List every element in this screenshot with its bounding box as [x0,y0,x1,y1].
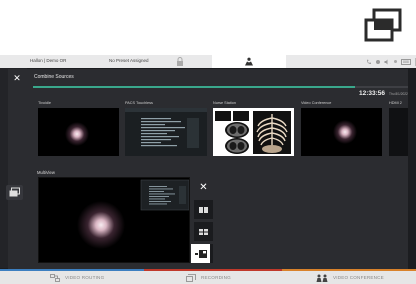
multiview-label: MultiView [37,170,55,175]
panel-title: Combine Sources [34,74,74,80]
clock: 12:33:56 [359,90,386,97]
nav-label: VIDEO ROUTING [65,275,105,280]
multiview-app-icon[interactable] [362,8,402,44]
status-bar: Hallon | Demo OR No Preset Assigned 888 [0,55,416,68]
multiview-preview[interactable] [38,177,190,263]
layout-option-picture-in-picture[interactable] [191,244,210,263]
source-label: HDMI 2 [389,101,402,105]
layout-option-quad[interactable] [194,222,213,241]
overlapping-windows-icon [364,8,402,42]
date: Thu 8/1/2022 [389,92,408,96]
nav-label: VIDEO CONFERENCE [333,275,384,280]
nav-label: RECORDING [201,275,231,280]
dot-icon [376,59,380,64]
layout-quad-icon [199,228,208,235]
source-thumbnail-hdmi-2[interactable] [389,108,408,156]
layout-split-icon [199,206,208,213]
nav-video-conference[interactable]: VIDEO CONFERENCE [316,271,384,284]
layout-pip-selected-icon [194,249,207,258]
source-thumbnail-endoscope[interactable] [38,108,119,156]
indicator-icon [394,60,397,63]
recording-icon [186,273,196,282]
overlapping-windows-icon [9,187,20,197]
screen: Hallon | Demo OR No Preset Assigned 888 [0,55,416,284]
source-thumbnail-video-conference[interactable] [301,108,382,156]
source-label: Tivoidle [38,101,51,105]
source-label: Video Conference [301,101,332,105]
bottom-nav: VIDEO ROUTING RECORDING VIDEO CONFERENCE [0,269,416,284]
nav-recording[interactable]: RECORDING [186,271,231,284]
sidebar-item-multiview[interactable] [6,185,23,200]
status-icons: 888 [366,56,416,67]
source-label: PACS Touchless [125,101,153,105]
source-thumbnail-pacs[interactable] [125,108,207,156]
video-routing-icon [50,273,60,282]
user-badge[interactable]: 888 [401,58,411,65]
nav-video-routing[interactable]: VIDEO ROUTING [50,271,104,284]
surgeon-icon [245,57,253,66]
remove-layout-button[interactable]: ✕ [194,178,213,197]
time-progress-fill [33,86,355,88]
lock-icon[interactable] [176,57,184,66]
layout-option-side-by-side[interactable] [194,200,213,219]
phone-icon[interactable] [366,59,372,65]
tab-surgery[interactable] [212,55,286,68]
preset-status: No Preset Assigned [109,58,149,63]
time-progress-bar [33,86,408,88]
source-label: Nurse Station [213,101,237,105]
video-conference-icon [316,274,328,282]
source-thumbnail-nurse-station[interactable] [213,108,294,156]
volume-icon[interactable] [384,59,390,65]
room-title: Hallon | Demo OR [30,58,67,63]
close-button[interactable]: ✕ [12,73,22,83]
